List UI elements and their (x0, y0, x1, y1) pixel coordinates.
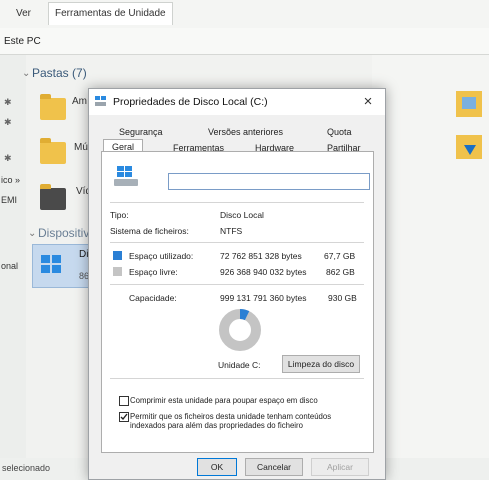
disk-usage-donut (217, 307, 263, 353)
divider (110, 284, 364, 285)
tab-quota[interactable]: Quota (327, 127, 352, 137)
ok-button[interactable]: OK (197, 458, 237, 476)
free-space-gb: 862 GB (326, 267, 355, 277)
tab-security[interactable]: Segurança (119, 127, 163, 137)
divider (110, 242, 364, 243)
divider (110, 202, 364, 203)
type-label: Tipo: (110, 210, 129, 220)
used-space-gb: 67,7 GB (324, 251, 356, 261)
capacity-gb: 930 GB (328, 293, 357, 303)
folder-label[interactable]: Am (72, 96, 87, 107)
drive-icon (95, 96, 106, 106)
videos-folder-icon[interactable] (40, 184, 66, 210)
index-label[interactable]: Permitir que os ficheiros desta unidade … (130, 412, 366, 430)
compress-checkbox[interactable] (119, 396, 129, 406)
disk-cleanup-button[interactable]: Limpeza do disco (282, 355, 360, 373)
ribbon-tab-ver[interactable]: Ver (16, 8, 31, 19)
apply-button[interactable]: Aplicar (311, 458, 369, 476)
divider (110, 378, 364, 379)
used-space-bytes: 72 762 851 328 bytes (220, 251, 302, 261)
drive-c-item[interactable]: Disl 862 (32, 244, 96, 288)
dialog-titlebar[interactable]: Propriedades de Disco Local (C:) × (89, 89, 385, 115)
folder-icon[interactable] (40, 94, 66, 120)
chevron-down-icon[interactable]: ⌄ (22, 68, 30, 79)
chevron-down-icon[interactable]: ⌄ (28, 228, 36, 239)
used-space-swatch (113, 251, 122, 260)
ribbon-tab-drive-tools[interactable]: Ferramentas de Unidade (48, 2, 173, 25)
type-value: Disco Local (220, 210, 264, 220)
free-space-swatch (113, 267, 122, 276)
music-folder-icon[interactable] (40, 138, 66, 164)
capacity-bytes: 999 131 791 360 bytes (220, 293, 307, 303)
group-folders-heading[interactable]: Pastas (7) (32, 66, 87, 80)
navigation-pane: ✱ ✱ ✱ ico » EMI onal (0, 55, 26, 480)
address-text: Este PC (4, 36, 41, 47)
pin-icon: ✱ (4, 117, 12, 127)
windows-drive-icon (41, 255, 61, 273)
group-devices-heading[interactable]: Dispositiv (38, 226, 89, 240)
index-checkbox[interactable] (119, 412, 129, 422)
free-space-bytes: 926 368 940 032 bytes (220, 267, 307, 277)
right-folder-column (372, 55, 489, 458)
folder-label[interactable]: Mú (74, 142, 88, 153)
address-bar[interactable]: Este PC (0, 28, 489, 55)
pictures-folder-icon[interactable] (456, 91, 482, 117)
filesystem-label: Sistema de ficheiros: (110, 226, 189, 236)
pin-icon: ✱ (4, 97, 12, 107)
close-button[interactable]: × (357, 92, 379, 112)
used-space-label: Espaço utilizado: (129, 251, 194, 261)
drive-icon (114, 166, 138, 186)
dialog-title: Propriedades de Disco Local (C:) (113, 96, 268, 108)
pin-icon: ✱ (4, 153, 12, 163)
drive-properties-dialog: Propriedades de Disco Local (C:) × Segur… (88, 88, 386, 480)
ribbon-tabs: Ver Ferramentas de Unidade (0, 0, 489, 29)
downloads-folder-icon[interactable] (456, 135, 482, 159)
capacity-label: Capacidade: (129, 293, 177, 303)
compress-label[interactable]: Comprimir esta unidade para poupar espaç… (130, 396, 366, 405)
status-text: selecionado (2, 463, 51, 473)
drive-name-input[interactable] (168, 173, 370, 190)
nav-item[interactable]: ico » (1, 175, 20, 185)
drive-letter-label: Unidade C: (218, 360, 261, 370)
tab-previous-versions[interactable]: Versões anteriores (208, 127, 283, 137)
general-tab-panel: Tipo: Disco Local Sistema de ficheiros: … (101, 151, 374, 453)
filesystem-value: NTFS (220, 226, 243, 236)
free-space-label: Espaço livre: (129, 267, 178, 277)
nav-item[interactable]: EMI (1, 195, 17, 205)
nav-item[interactable]: onal (1, 261, 18, 271)
cancel-button[interactable]: Cancelar (245, 458, 303, 476)
